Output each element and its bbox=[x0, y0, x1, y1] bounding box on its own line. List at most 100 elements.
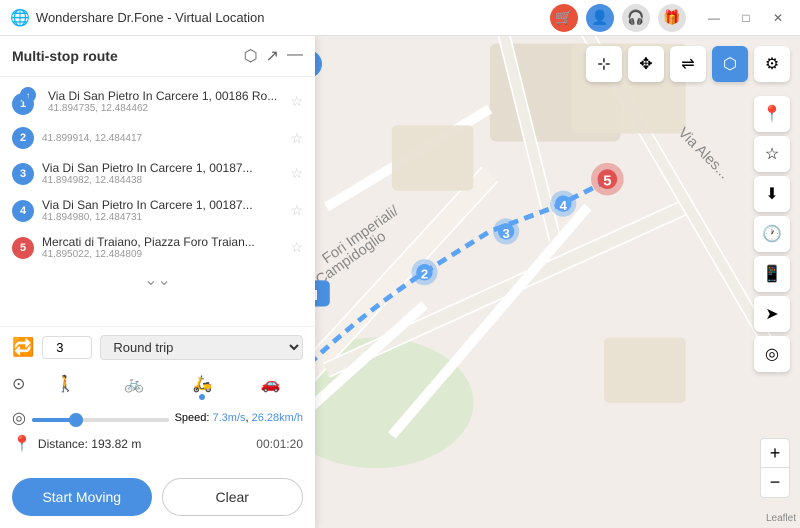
route-name-3: Via Di San Pietro In Carcere 1, 00187... bbox=[42, 161, 282, 175]
route-num-3: 3 bbox=[12, 163, 34, 185]
download-btn[interactable]: ⬇ bbox=[754, 176, 790, 212]
moped-mode-btn[interactable]: 🛵 bbox=[170, 368, 234, 400]
compass-btn[interactable]: ➤ bbox=[754, 296, 790, 332]
repeat-count-input[interactable] bbox=[42, 336, 92, 359]
more-items-indicator: ⌄⌄ bbox=[0, 266, 315, 294]
route-coords-2: 41.899914, 12.484417 bbox=[42, 133, 282, 144]
history-btn[interactable]: 🕐 bbox=[754, 216, 790, 252]
trip-mode-select[interactable]: Round trip One way Loop bbox=[100, 335, 303, 360]
multistop-tool-btn[interactable]: ⬡ bbox=[712, 46, 748, 82]
route-item-1[interactable]: 1 ↑ Via Di San Pietro In Carcere 1, 0018… bbox=[0, 81, 315, 121]
speed-display: Speed: 7.3m/s, 26.28km/h bbox=[175, 412, 303, 424]
app-logo-icon: 🌐 bbox=[10, 8, 30, 28]
speed-value-ms: 7.3m/s bbox=[212, 412, 245, 424]
map-tools-group: ⊹ ✥ ⇌ ⬡ ⚙ bbox=[586, 46, 790, 82]
route-info-2: 41.899914, 12.484417 bbox=[42, 133, 282, 144]
action-buttons: Start Moving Clear bbox=[0, 470, 315, 528]
window-controls: — □ ✕ bbox=[702, 6, 790, 30]
bike-mode-btn[interactable]: 🚲 bbox=[102, 368, 166, 400]
right-tools-panel: 📍 ☆ ⬇ 🕐 📱 ➤ ◎ bbox=[754, 96, 790, 372]
route-name-5: Mercati di Traiano, Piazza Foro Traian..… bbox=[42, 235, 282, 249]
main-content: 1 2 3 4 5 Fori Imperiali/ Campidoglio Fo… bbox=[0, 36, 800, 528]
export-route-btn[interactable]: ↗ bbox=[266, 46, 279, 66]
panel-actions: ⬡ ↗ — bbox=[244, 46, 303, 66]
route-name-1: Via Di San Pietro In Carcere 1, 00186 Ro… bbox=[48, 89, 282, 103]
minimize-button[interactable]: — bbox=[702, 6, 726, 30]
route-item-5[interactable]: 5 Mercati di Traiano, Piazza Foro Traian… bbox=[0, 229, 315, 266]
distance-time: 00:01:20 bbox=[256, 437, 303, 451]
route-star-2[interactable]: ☆ bbox=[290, 130, 303, 147]
location-pin-icon: 📍 bbox=[12, 434, 32, 454]
repeat-icon: 🔁 bbox=[12, 337, 34, 358]
settings-tool-btn[interactable]: ⚙ bbox=[754, 46, 790, 82]
maximize-button[interactable]: □ bbox=[734, 6, 758, 30]
repeat-row: 🔁 Round trip One way Loop bbox=[12, 335, 303, 360]
speed-gauge-icon: ◎ bbox=[12, 408, 26, 428]
speed-slider[interactable] bbox=[32, 418, 169, 422]
minimize-panel-btn[interactable]: — bbox=[287, 46, 303, 66]
zoom-in-button[interactable]: + bbox=[760, 438, 790, 468]
route-coords-3: 41.894982, 12.484438 bbox=[42, 175, 282, 186]
zoom-controls: + − bbox=[760, 438, 790, 498]
route-num-2: 2 bbox=[12, 127, 34, 149]
distance-value: 193.82 m bbox=[91, 437, 141, 451]
clear-button[interactable]: Clear bbox=[162, 478, 304, 516]
route-item-4[interactable]: 4 Via Di San Pietro In Carcere 1, 00187.… bbox=[0, 192, 315, 229]
svg-text:5: 5 bbox=[603, 174, 611, 190]
route-star-5[interactable]: ☆ bbox=[290, 239, 303, 256]
route-num-5: 5 bbox=[12, 237, 34, 259]
walk-mode-btn[interactable]: 🚶 bbox=[33, 368, 97, 400]
titlebar-icon-group: 🛒 👤 🎧 🎁 bbox=[550, 4, 686, 32]
svg-text:3: 3 bbox=[502, 226, 509, 241]
distance-label: Distance: 193.82 m bbox=[38, 437, 250, 451]
move-tool-btn[interactable]: ✥ bbox=[628, 46, 664, 82]
route-star-3[interactable]: ☆ bbox=[290, 165, 303, 182]
cart-icon-btn[interactable]: 🛒 bbox=[550, 4, 578, 32]
route-star-1[interactable]: ☆ bbox=[290, 93, 303, 110]
transport-row: ⊙ 🚶 🚲 🛵 🚗 bbox=[12, 368, 303, 400]
map-credit: Leaflet bbox=[766, 513, 796, 524]
teleport-tool-btn[interactable]: ⊹ bbox=[586, 46, 622, 82]
distance-row: 📍 Distance: 193.82 m 00:01:20 bbox=[12, 434, 303, 454]
route-item-2[interactable]: 2 41.899914, 12.484417 ☆ bbox=[0, 121, 315, 155]
route-item-3[interactable]: 3 Via Di San Pietro In Carcere 1, 00187.… bbox=[0, 155, 315, 192]
zoom-out-button[interactable]: − bbox=[760, 468, 790, 498]
route-info-4: Via Di San Pietro In Carcere 1, 00187...… bbox=[42, 198, 282, 223]
app-title: Wondershare Dr.Fone - Virtual Location bbox=[36, 10, 550, 25]
route-star-4[interactable]: ☆ bbox=[290, 202, 303, 219]
save-route-btn[interactable]: ⬡ bbox=[244, 46, 258, 66]
route-info-5: Mercati di Traiano, Piazza Foro Traian..… bbox=[42, 235, 282, 260]
close-button[interactable]: ✕ bbox=[766, 6, 790, 30]
headset-icon-btn[interactable]: 🎧 bbox=[622, 4, 650, 32]
bookmark-btn[interactable]: ☆ bbox=[754, 136, 790, 172]
panel-title: Multi-stop route bbox=[12, 48, 236, 64]
gift-icon-btn[interactable]: 🎁 bbox=[658, 4, 686, 32]
panel-header: Multi-stop route ⬡ ↗ — bbox=[0, 36, 315, 77]
speed-value-kmh: 26.28km/h bbox=[252, 412, 303, 424]
start-moving-button[interactable]: Start Moving bbox=[12, 478, 152, 516]
car-mode-btn[interactable]: 🚗 bbox=[239, 368, 303, 400]
controls-section: 🔁 Round trip One way Loop ⊙ 🚶 🚲 🛵 🚗 ◎ bbox=[0, 326, 315, 470]
speed-row: ◎ Speed: 7.3m/s, 26.28km/h bbox=[12, 408, 303, 428]
speed-slider-wrap bbox=[32, 409, 169, 427]
user-icon-btn[interactable]: 👤 bbox=[586, 4, 614, 32]
device-btn[interactable]: 📱 bbox=[754, 256, 790, 292]
route-list: 1 ↑ Via Di San Pietro In Carcere 1, 0018… bbox=[0, 77, 315, 326]
route-num-4: 4 bbox=[12, 200, 34, 222]
google-maps-btn[interactable]: 📍 bbox=[754, 96, 790, 132]
svg-text:2: 2 bbox=[421, 267, 428, 282]
titlebar: 🌐 Wondershare Dr.Fone - Virtual Location… bbox=[0, 0, 800, 36]
route-coords-1: 41.894735, 12.484462 bbox=[48, 103, 282, 114]
route-coords-4: 41.894980, 12.484731 bbox=[42, 212, 282, 223]
speedometer-icon: ⊙ bbox=[12, 374, 25, 394]
chevron-down-icon: ⌄⌄ bbox=[144, 270, 171, 290]
left-panel: Multi-stop route ⬡ ↗ — 1 ↑ Via Di San Pi… bbox=[0, 36, 315, 528]
svg-text:4: 4 bbox=[560, 198, 568, 213]
route-info-1: Via Di San Pietro In Carcere 1, 00186 Ro… bbox=[48, 89, 282, 114]
route-arrow-icon: ↑ bbox=[20, 87, 36, 103]
route-name-4: Via Di San Pietro In Carcere 1, 00187... bbox=[42, 198, 282, 212]
route-coords-5: 41.895022, 12.484809 bbox=[42, 249, 282, 260]
route-tool-btn[interactable]: ⇌ bbox=[670, 46, 706, 82]
recenter-btn[interactable]: ◎ bbox=[754, 336, 790, 372]
route-info-3: Via Di San Pietro In Carcere 1, 00187...… bbox=[42, 161, 282, 186]
